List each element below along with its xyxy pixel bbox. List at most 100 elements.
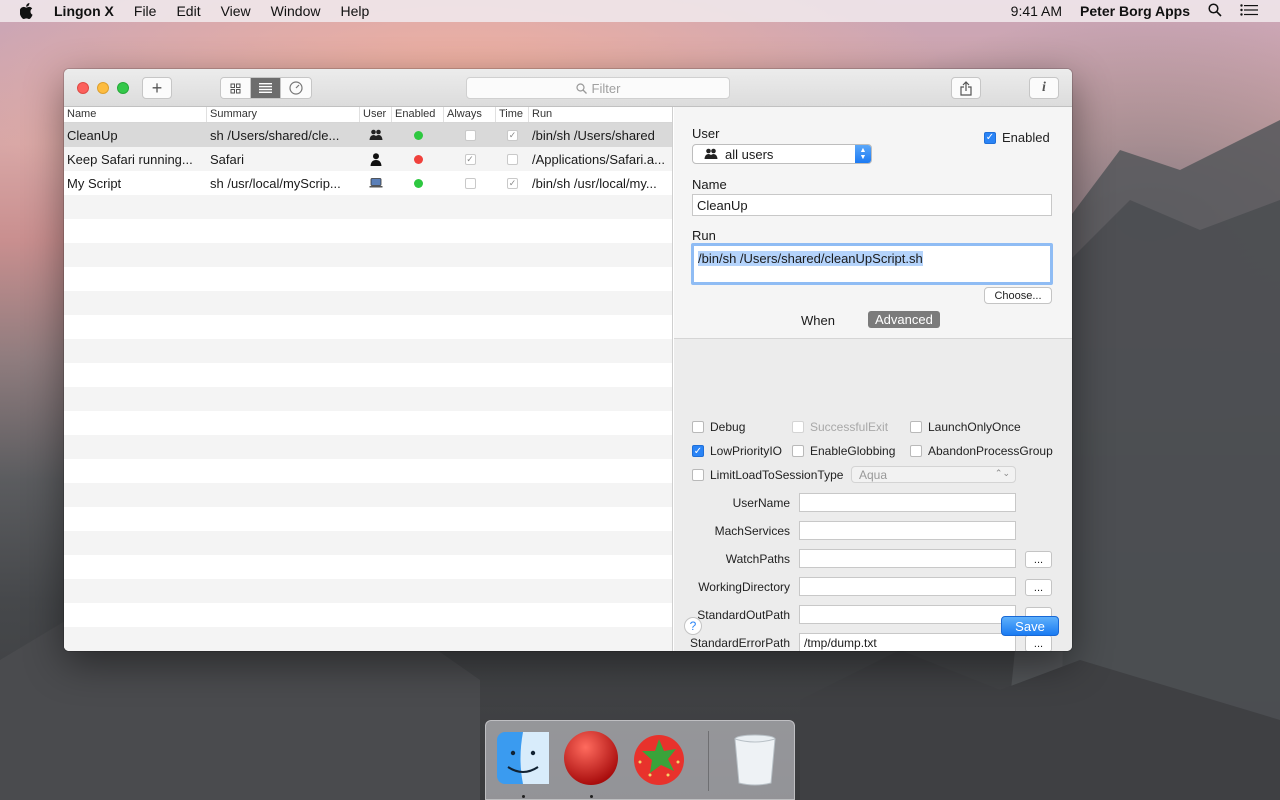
enable-globbing-checkbox[interactable]: EnableGlobbing (792, 444, 895, 458)
debug-label: Debug (710, 420, 746, 434)
column-header-enabled[interactable]: Enabled (392, 107, 444, 122)
column-header-summary[interactable]: Summary (207, 107, 360, 122)
computer-icon (360, 178, 392, 188)
table-row[interactable]: CleanUp sh /Users/shared/cle... ✓ /bin/s… (64, 123, 672, 147)
info-button[interactable]: i (1029, 77, 1059, 99)
choose-button[interactable]: Choose... (984, 287, 1052, 304)
jobs-list: Name Summary User Enabled Always Time Ru… (64, 107, 673, 651)
empty-row (64, 195, 672, 219)
menubar-clock[interactable]: 9:41 AM (1011, 3, 1062, 19)
empty-row (64, 459, 672, 483)
column-header-always[interactable]: Always (444, 107, 496, 122)
always-checkbox[interactable] (444, 129, 496, 141)
successful-exit-checkbox: SuccessfulExit (792, 420, 888, 434)
mach-services-input[interactable] (799, 521, 1016, 540)
empty-row (64, 243, 672, 267)
column-header-run[interactable]: Run (529, 107, 672, 122)
window-minimize-button[interactable] (97, 82, 109, 94)
share-button[interactable] (951, 77, 981, 99)
low-priority-io-label: LowPriorityIO (710, 444, 783, 458)
row-name: My Script (67, 175, 122, 191)
search-icon (575, 82, 587, 94)
filter-search-field[interactable]: Filter (466, 77, 730, 99)
help-button[interactable]: ? (684, 617, 702, 635)
menubar-user[interactable]: Peter Borg Apps (1080, 3, 1190, 19)
user-popup[interactable]: all users ▲ ▼ (692, 144, 872, 164)
tab-advanced[interactable]: Advanced (868, 311, 940, 328)
table-row[interactable]: My Script sh /usr/local/myScrip... ✓ /bi… (64, 171, 672, 195)
grid-view-button[interactable] (221, 78, 251, 98)
limit-load-checkbox[interactable]: LimitLoadToSessionType (692, 468, 843, 482)
column-header-time[interactable]: Time (496, 107, 529, 122)
row-name: Keep Safari running... (67, 151, 193, 167)
user-label: User (692, 126, 720, 141)
spotlight-search-icon[interactable] (1208, 2, 1222, 20)
empty-row (64, 339, 672, 363)
column-header-name[interactable]: Name (64, 107, 207, 122)
always-checkbox[interactable] (444, 177, 496, 189)
users-group-icon (360, 129, 392, 141)
list-rows: CleanUp sh /Users/shared/cle... ✓ /bin/s… (64, 123, 672, 651)
time-checkbox[interactable]: ✓ (496, 177, 529, 189)
list-view-button[interactable] (251, 78, 281, 98)
empty-row (64, 267, 672, 291)
empty-row (64, 507, 672, 531)
working-directory-input[interactable] (799, 577, 1016, 596)
menu-view[interactable]: View (221, 3, 251, 19)
table-row[interactable]: Keep Safari running... Safari ✓ /Applica… (64, 147, 672, 171)
low-priority-io-checkbox[interactable]: ✓ LowPriorityIO (692, 444, 782, 458)
menu-edit[interactable]: Edit (176, 3, 200, 19)
grid-icon (230, 83, 241, 93)
window-zoom-button[interactable] (117, 82, 129, 94)
info-icon: i (1042, 80, 1046, 95)
menu-app-name[interactable]: Lingon X (54, 3, 114, 19)
log-view-button[interactable] (281, 78, 311, 98)
empty-row (64, 387, 672, 411)
user-name-label: UserName (732, 496, 790, 510)
plus-icon: + (151, 77, 163, 98)
menu-window[interactable]: Window (271, 3, 321, 19)
empty-row (64, 291, 672, 315)
dock-running-indicator (522, 795, 525, 798)
lingon-strawberry-icon[interactable] (630, 729, 688, 787)
always-checkbox[interactable]: ✓ (444, 153, 496, 165)
time-checkbox[interactable]: ✓ (496, 129, 529, 141)
column-header-user[interactable]: User (360, 107, 392, 122)
standard-error-path-browse-button[interactable]: ... (1025, 635, 1052, 651)
menu-help[interactable]: Help (340, 3, 369, 19)
notification-center-icon[interactable] (1240, 3, 1258, 19)
watch-paths-input[interactable] (799, 549, 1016, 568)
gauge-icon (289, 81, 303, 95)
app-red-ball-icon[interactable] (562, 729, 620, 787)
standard-error-path-input[interactable]: /tmp/dump.txt (799, 633, 1016, 651)
name-input[interactable]: CleanUp (692, 194, 1052, 216)
user-name-input[interactable] (799, 493, 1016, 512)
checkmark-icon: ✓ (984, 131, 996, 144)
standard-out-path-input[interactable] (799, 605, 1016, 624)
enable-globbing-label: EnableGlobbing (810, 444, 896, 458)
run-input[interactable]: /bin/sh /Users/shared/cleanUpScript.sh (691, 243, 1053, 285)
enabled-checkbox[interactable]: ✓ Enabled (984, 130, 1050, 145)
enabled-status-indicator (392, 178, 444, 188)
trash-icon[interactable] (726, 729, 784, 787)
time-checkbox[interactable] (496, 153, 529, 165)
users-group-icon (704, 148, 718, 159)
question-icon: ? (689, 619, 697, 633)
launch-only-once-checkbox[interactable]: LaunchOnlyOnce (910, 420, 1021, 434)
empty-row (64, 603, 672, 627)
abandon-process-group-checkbox[interactable]: AbandonProcessGroup (910, 444, 1053, 458)
watch-paths-browse-button[interactable]: ... (1025, 551, 1052, 568)
row-summary: sh /Users/shared/cle... (210, 127, 340, 143)
working-directory-browse-button[interactable]: ... (1025, 579, 1052, 596)
window-close-button[interactable] (77, 82, 89, 94)
add-job-button[interactable]: + (142, 77, 172, 99)
tab-when[interactable]: When (801, 313, 835, 328)
filter-placeholder: Filter (591, 80, 621, 96)
row-run: /bin/sh /Users/shared (532, 127, 655, 143)
debug-checkbox[interactable]: Debug (692, 420, 745, 434)
menu-file[interactable]: File (134, 3, 157, 19)
finder-icon[interactable] (494, 729, 552, 787)
save-button[interactable]: Save (1001, 616, 1059, 636)
apple-icon[interactable] (20, 0, 38, 22)
row-run: /Applications/Safari.a... (532, 151, 665, 167)
